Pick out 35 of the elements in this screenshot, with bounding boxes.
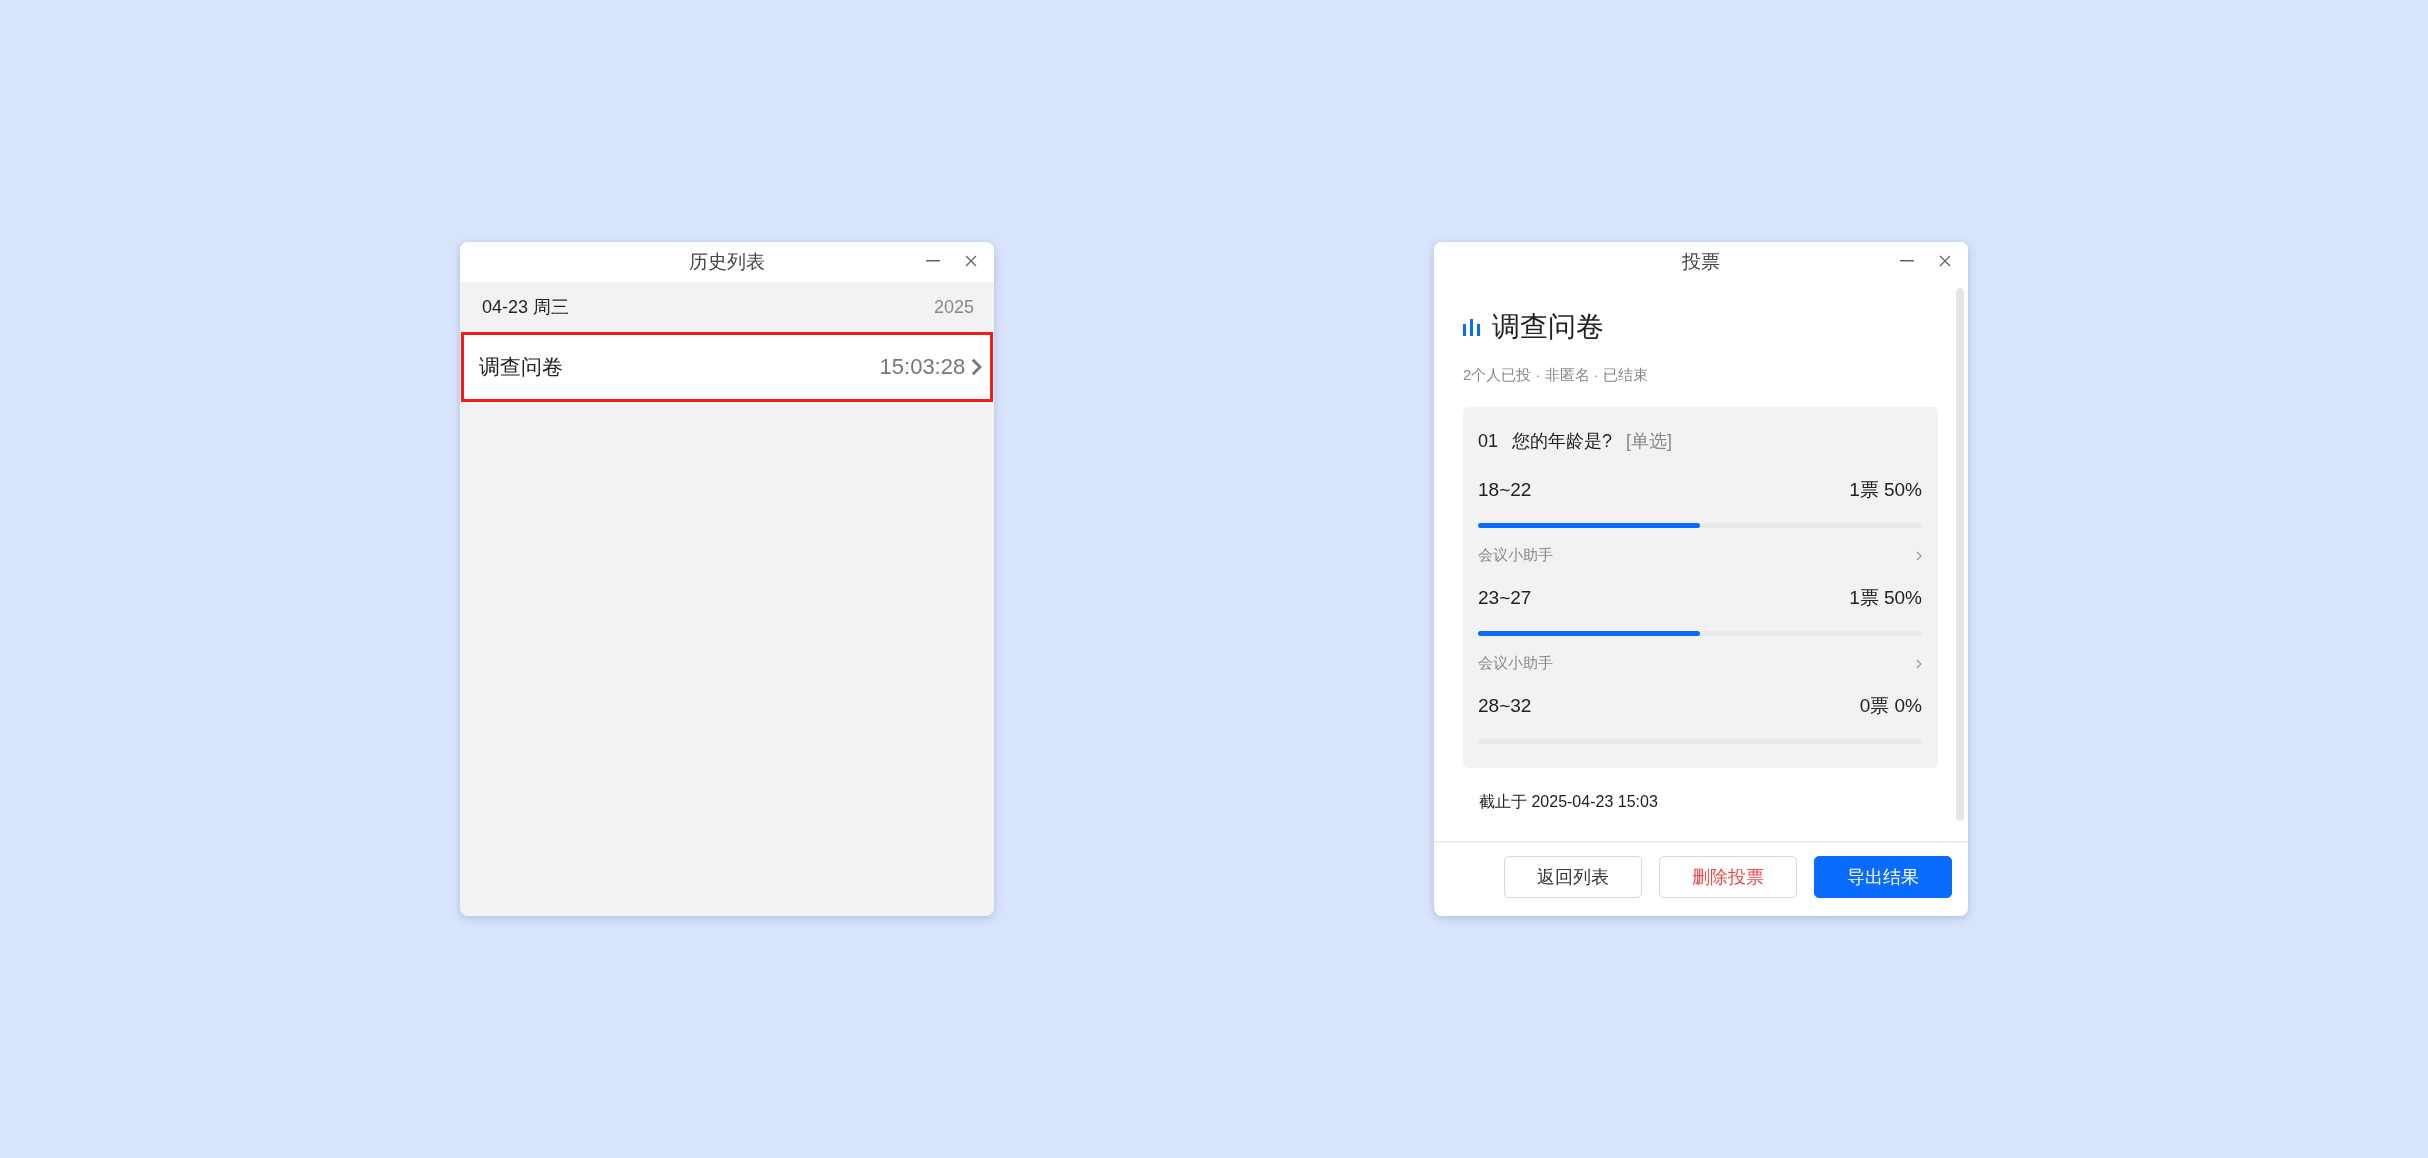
option-result: 1票 50% (1849, 478, 1922, 502)
back-button[interactable]: 返回列表 (1504, 855, 1642, 898)
window-title: 历史列表 (689, 250, 765, 274)
item-title: 调查问卷 (479, 354, 563, 380)
delete-button[interactable]: 删除投票 (1659, 855, 1797, 898)
minimize-icon (1900, 260, 1914, 262)
close-icon (1939, 255, 1951, 267)
year-label: 2025 (933, 296, 974, 318)
option-result: 1票 50% (1849, 586, 1922, 610)
close-icon (965, 255, 977, 267)
question-type: [单选] (1626, 430, 1673, 453)
item-time: 15:03:28 (879, 354, 966, 380)
date-label: 04-23 周三 (482, 296, 570, 319)
window-title: 投票 (1682, 250, 1720, 274)
option-label: 28~32 (1478, 695, 1532, 717)
option-label: 23~27 (1478, 587, 1532, 609)
scrollbar[interactable] (1956, 288, 1964, 821)
history-item[interactable]: 调查问卷 15:03:28 (461, 332, 993, 402)
deadline-text: 截止于 2025-04-23 15:03 (1479, 792, 1659, 812)
option-label: 18~22 (1478, 479, 1532, 501)
question-text: 您的年龄是? (1512, 430, 1613, 453)
option-result: 0票 0% (1859, 694, 1922, 718)
voter-name: 会议小助手 (1478, 654, 1553, 673)
chevron-right-icon (971, 358, 982, 376)
poll-summary: 2个人已投 · 非匿名 · 已结束 (1463, 366, 1649, 385)
chevron-right-icon (1916, 550, 1922, 561)
question-text: 01 (1478, 431, 1499, 452)
voter-row[interactable]: 会议小助手 (1478, 654, 1922, 673)
poll-title: 调查问卷 (1492, 310, 1604, 344)
export-button[interactable]: 导出结果 (1814, 855, 1952, 898)
bar-chart-icon (1463, 318, 1480, 336)
chevron-right-icon (1916, 658, 1922, 669)
minimize-icon (926, 260, 940, 262)
voter-name: 会议小助手 (1478, 546, 1553, 565)
voter-row[interactable]: 会议小助手 (1478, 546, 1922, 565)
